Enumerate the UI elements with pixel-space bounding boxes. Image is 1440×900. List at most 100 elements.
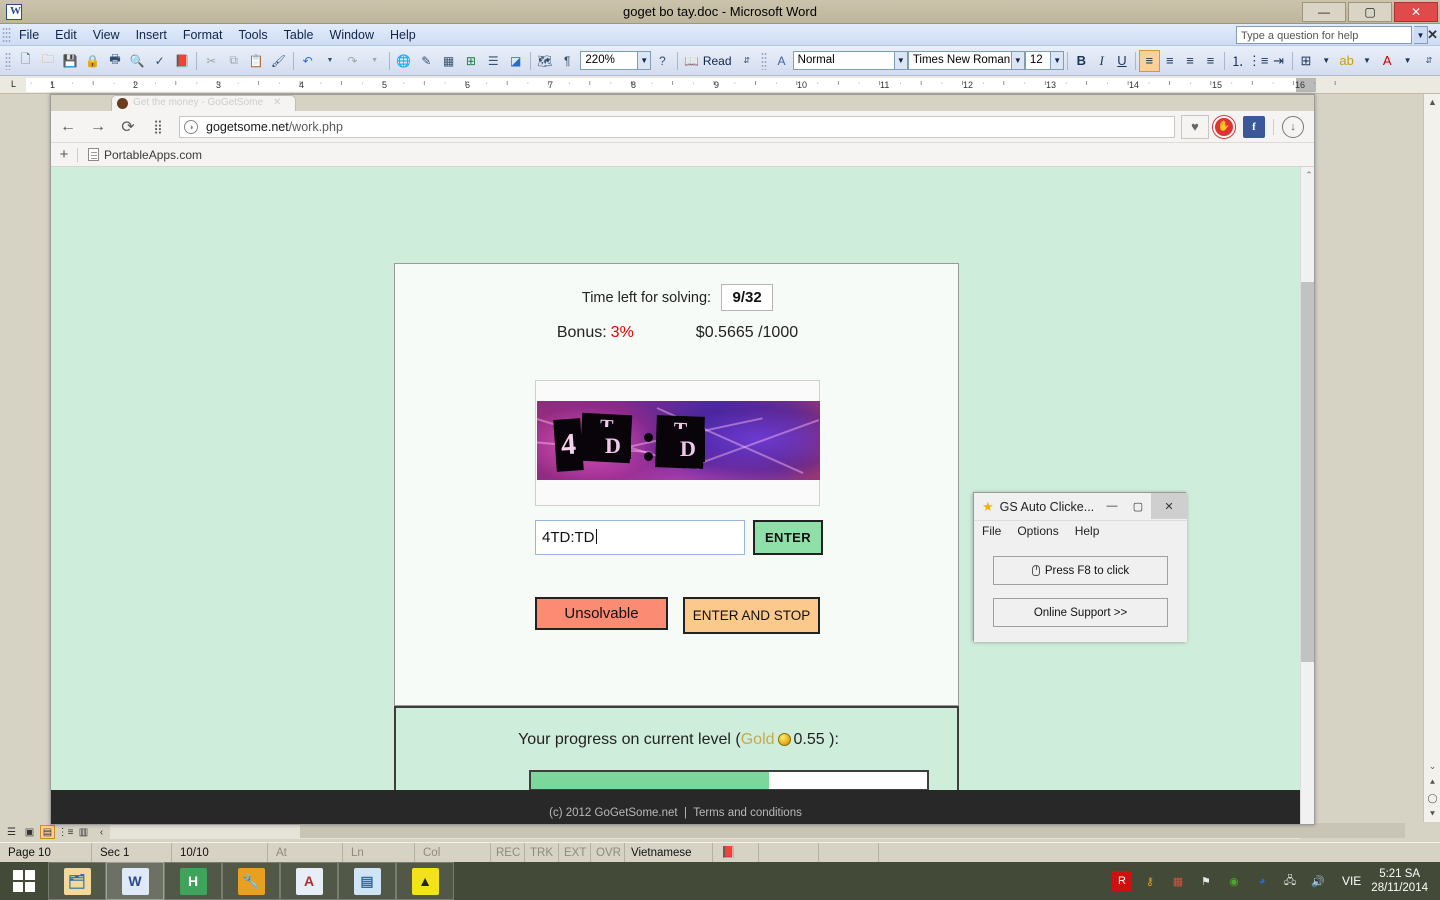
italic-button[interactable]: I <box>1091 50 1111 72</box>
word-scroll-down-icon[interactable]: ⌄ <box>1424 758 1440 774</box>
status-language[interactable]: Vietnamese <box>625 842 713 863</box>
previous-page-icon[interactable]: ⯅ <box>1424 774 1440 790</box>
font-size-dropdown-icon[interactable]: ▼ <box>1051 51 1065 70</box>
borders-button[interactable]: ⊞ <box>1296 50 1316 72</box>
forward-icon[interactable]: → <box>85 114 111 140</box>
permission-icon[interactable]: 🔒 <box>83 50 103 72</box>
next-page-icon[interactable]: ⯆ <box>1424 806 1440 822</box>
status-collapse-icon[interactable]: ‹ <box>94 825 109 839</box>
malwarebytes-icon[interactable]: ◕ <box>1252 871 1272 891</box>
normal-view-button[interactable]: ☰ <box>4 825 19 839</box>
spelling-check-icon[interactable]: ✓ <box>150 50 170 72</box>
align-left-button[interactable]: ≡ <box>1139 49 1160 72</box>
apps-tray-icon[interactable]: ▦ <box>1168 871 1188 891</box>
open-folder-icon[interactable]: 🗀 <box>38 50 58 72</box>
undo-dropdown-icon[interactable]: ▼ <box>320 50 340 72</box>
menu-grip-handle[interactable] <box>2 26 11 43</box>
zoom-level-input[interactable]: 220% <box>580 51 639 70</box>
text-editor-taskbar-button[interactable]: A <box>280 862 338 900</box>
format-painter-icon[interactable]: 🖌 <box>268 50 288 72</box>
microsoft-word-taskbar-button[interactable]: W <box>106 862 164 900</box>
insert-table-icon[interactable]: ▦ <box>438 50 458 72</box>
font-color-button[interactable]: A <box>1377 50 1397 72</box>
word-close-button[interactable]: ✕ <box>1394 2 1438 22</box>
facebook-icon[interactable]: f <box>1243 115 1265 138</box>
font-color-dropdown-icon[interactable]: ▼ <box>1397 50 1417 72</box>
status-ext[interactable]: EXT <box>559 842 591 863</box>
menu-format[interactable]: Format <box>175 26 231 44</box>
status-rec[interactable]: REC <box>491 842 525 863</box>
gs-maximize-button[interactable]: ▢ <box>1125 493 1151 519</box>
page-scroll-thumb[interactable] <box>1301 282 1314 662</box>
gs-menu-file[interactable]: File <box>974 524 1009 538</box>
page-info-icon[interactable]: ◑ <box>184 119 198 134</box>
save-icon[interactable]: 💾 <box>60 50 80 72</box>
heart-bookmark-icon[interactable]: ♥ <box>1181 114 1209 139</box>
menu-table[interactable]: Table <box>276 26 322 44</box>
drawing-icon[interactable]: ✎ <box>416 50 436 72</box>
word-hscroll-thumb[interactable] <box>300 823 1405 838</box>
menu-file[interactable]: File <box>11 26 47 44</box>
font-dropdown-icon[interactable]: ▼ <box>1011 51 1025 70</box>
copy-icon[interactable]: ⧉ <box>223 50 243 72</box>
formatting-toolbar-grip[interactable] <box>760 51 768 70</box>
help-close-icon[interactable]: ✕ <box>1427 27 1438 43</box>
gs-minimize-button[interactable]: — <box>1099 493 1125 519</box>
borders-dropdown-icon[interactable]: ▼ <box>1316 50 1336 72</box>
help-question-input[interactable]: Type a question for help <box>1236 26 1412 44</box>
new-document-icon[interactable]: 🗋 <box>15 50 35 72</box>
highlight-dropdown-icon[interactable]: ▼ <box>1357 50 1377 72</box>
enter-and-stop-button[interactable]: ENTER AND STOP <box>683 597 820 634</box>
gs-menu-help[interactable]: Help <box>1067 524 1108 538</box>
menu-insert[interactable]: Insert <box>128 26 175 44</box>
font-name-select[interactable]: Times New Roman <box>907 51 1012 70</box>
document-map-icon[interactable]: 🗺 <box>535 50 555 72</box>
notepad-taskbar-button[interactable]: ▤ <box>338 862 396 900</box>
redo-dropdown-icon[interactable]: ▼ <box>364 50 384 72</box>
underline-button[interactable]: U <box>1112 50 1132 72</box>
bookmark-portableapps[interactable]: PortableApps.com <box>88 148 202 162</box>
page-vertical-scrollbar[interactable]: ⌃ <box>1300 167 1314 824</box>
show-formatting-icon[interactable]: ¶ <box>557 50 577 72</box>
style-dropdown-icon[interactable]: ▼ <box>894 51 908 70</box>
read-icon[interactable]: 📖 <box>681 50 701 72</box>
styles-icon[interactable]: A <box>771 50 791 72</box>
tools-keys-taskbar-button[interactable]: 🔧 <box>222 862 280 900</box>
menu-view[interactable]: View <box>85 26 128 44</box>
print-preview-icon[interactable]: 🔍 <box>127 50 147 72</box>
page-scroll-up-icon[interactable]: ⌃ <box>1301 167 1314 184</box>
formatting-overflow-icon[interactable]: ⇵ <box>1419 50 1439 72</box>
windows-start-icon[interactable] <box>0 862 48 900</box>
tab-close-icon[interactable]: ✕ <box>273 97 281 108</box>
bold-button[interactable]: B <box>1071 50 1091 72</box>
warning-app-taskbar-button[interactable]: ▲ <box>396 862 454 900</box>
menu-window[interactable]: Window <box>322 26 382 44</box>
status-trk[interactable]: TRK <box>525 842 559 863</box>
reload-icon[interactable]: ⟳ <box>115 114 141 140</box>
word-minimize-button[interactable]: — <box>1302 2 1346 22</box>
read-label[interactable]: Read <box>703 54 732 68</box>
increase-indent-button[interactable]: ⇥ <box>1268 50 1288 72</box>
toolbar-overflow-icon[interactable]: ⇵ <box>737 50 757 72</box>
menu-tools[interactable]: Tools <box>230 26 275 44</box>
menu-edit[interactable]: Edit <box>47 26 85 44</box>
file-explorer-taskbar-button[interactable]: 🗂 <box>48 862 106 900</box>
tab-stop-selector[interactable]: L <box>6 78 21 92</box>
address-bar[interactable]: ◑ gogetsome.net/work.php <box>179 115 1175 138</box>
numbered-list-button[interactable]: ⒈ <box>1228 50 1248 72</box>
undo-icon[interactable]: ↶ <box>297 50 317 72</box>
align-justify-button[interactable]: ≡ <box>1200 50 1220 72</box>
web-layout-view-button[interactable]: ▣ <box>22 825 37 839</box>
columns-icon[interactable]: ☰ <box>483 50 503 72</box>
insert-excel-icon[interactable]: ⊞ <box>461 50 481 72</box>
insert-hyperlink-icon[interactable]: 🌐 <box>394 50 414 72</box>
gs-close-button[interactable]: ✕ <box>1151 493 1187 519</box>
clock[interactable]: 5:21 SA 28/11/2014 <box>1371 867 1428 895</box>
volume-icon[interactable]: 🔊 <box>1308 871 1328 891</box>
print-icon[interactable]: 🖶 <box>105 50 125 72</box>
reading-view-button[interactable]: ▥ <box>76 825 91 839</box>
captcha-input[interactable]: 4TD:TD <box>535 520 745 555</box>
cut-icon[interactable]: ✂ <box>201 50 221 72</box>
footer-terms-link[interactable]: Terms and conditions <box>693 807 802 819</box>
language-indicator[interactable]: VIE <box>1342 874 1361 888</box>
